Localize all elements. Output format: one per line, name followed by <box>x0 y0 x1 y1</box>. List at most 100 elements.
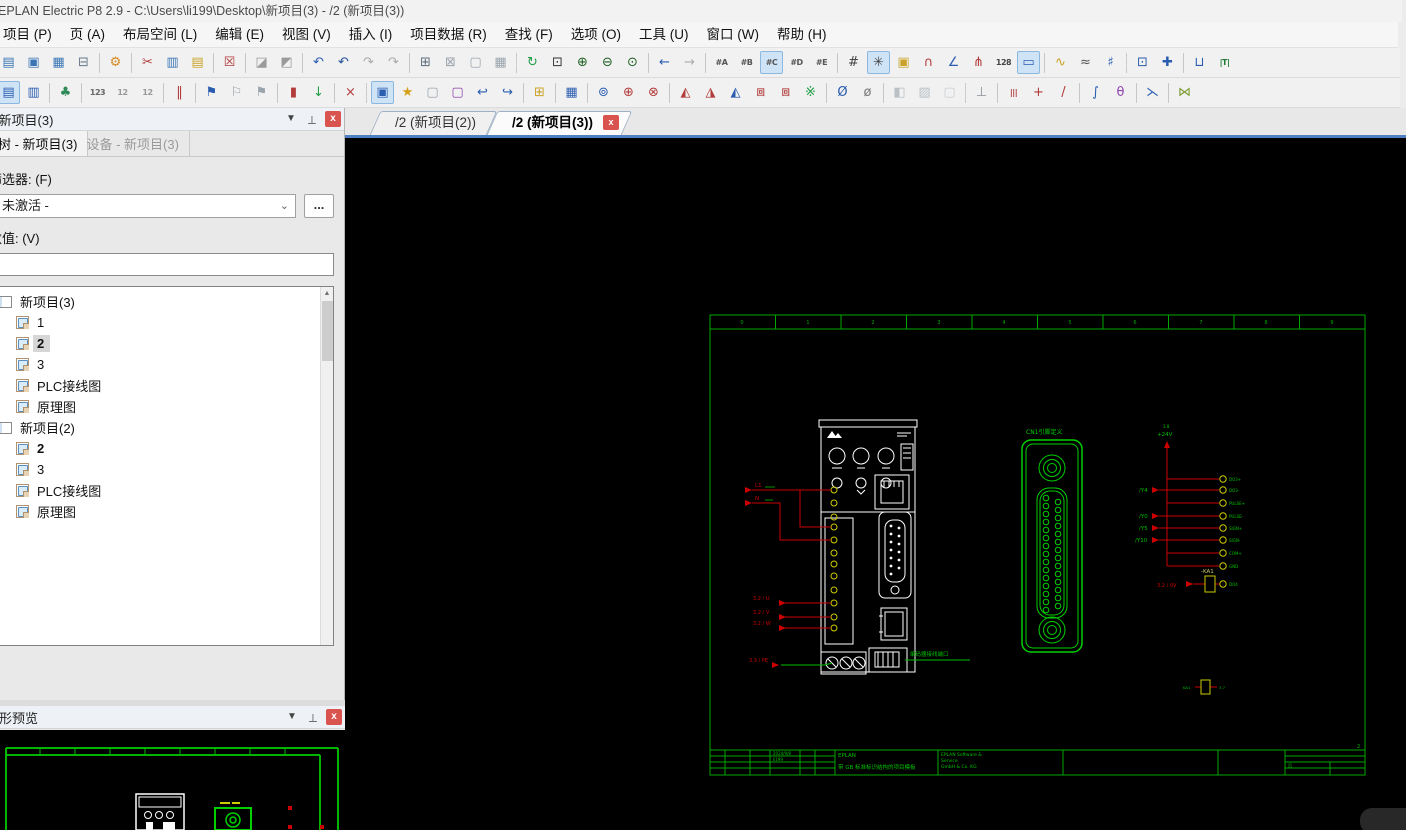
toolbar-icon[interactable] <box>997 83 998 103</box>
cross-icon[interactable]: + <box>1027 81 1050 104</box>
symmetry-icon[interactable]: ⋈ <box>1173 81 1196 104</box>
grid-display-icon[interactable]: # <box>842 51 865 74</box>
close-icon[interactable]: x <box>326 709 342 725</box>
toolbar-icon[interactable] <box>1183 53 1184 73</box>
number-devices-icon[interactable]: 12 <box>111 81 134 104</box>
placeholder-table-icon[interactable]: ▦ <box>489 51 512 74</box>
design-mode-icon[interactable]: ▣ <box>892 51 915 74</box>
toolbar-icon[interactable] <box>213 53 214 73</box>
signal-tracking-icon[interactable]: ≈ <box>1074 51 1097 74</box>
panel-menu-icon[interactable]: ▼ <box>284 709 300 725</box>
net-grid-icon[interactable]: ♯ <box>1099 51 1122 74</box>
page-import-icon[interactable]: ↩ <box>471 81 494 104</box>
check-page-icon[interactable]: ⚐ <box>225 81 248 104</box>
copy-icon[interactable]: ▥ <box>161 51 184 74</box>
tree-page[interactable]: 3 <box>0 459 333 480</box>
page-copy-icon[interactable]: ▣ <box>371 81 394 104</box>
terminal-edit-icon[interactable]: ◮ <box>699 81 722 104</box>
toolbar-icon[interactable] <box>965 83 966 103</box>
menu-layout-space[interactable]: 布局空间 (L) <box>114 24 206 46</box>
number-pages-icon[interactable]: 123 <box>86 81 109 104</box>
edit-frame-icon[interactable]: ⊞ <box>528 81 551 104</box>
grid-b-icon[interactable]: #B <box>735 51 758 74</box>
new-page-icon[interactable]: ▤ <box>0 51 20 74</box>
editor-tab-project3[interactable]: /2 (新项目(3)) x <box>492 111 627 135</box>
toolbar-icon[interactable] <box>555 83 556 103</box>
toolbar-icon[interactable] <box>516 53 517 73</box>
signal-wave-icon[interactable]: ∿ <box>1049 51 1072 74</box>
format-paint-plus-icon[interactable]: ◩ <box>275 51 298 74</box>
tree-page[interactable]: 2 <box>0 438 333 459</box>
filter-more-button[interactable]: ... <box>304 194 334 218</box>
menu-tools[interactable]: 工具 (U) <box>630 24 698 46</box>
toolbar-icon[interactable] <box>837 53 838 73</box>
tree-project-3[interactable]: 新项目(3) <box>0 291 333 312</box>
forward-icon[interactable]: → <box>678 51 701 74</box>
redo-history-icon[interactable]: ↷ <box>382 51 405 74</box>
number-terminals-icon[interactable]: 12 <box>136 81 159 104</box>
branch-icon[interactable]: ⋔ <box>967 51 990 74</box>
tree-page[interactable]: 原理图 <box>0 501 333 522</box>
page-properties-icon[interactable]: ▢ <box>446 81 469 104</box>
toolbar-icon[interactable] <box>648 53 649 73</box>
edit-table-icon[interactable]: ▦ <box>560 81 583 104</box>
tree-project-2[interactable]: 新项目(2) <box>0 417 333 438</box>
panel-menu-icon[interactable]: ▼ <box>283 111 299 127</box>
undo-history-icon[interactable]: ↶ <box>332 51 355 74</box>
toolbar-icon[interactable] <box>826 83 827 103</box>
device-connection2-icon[interactable]: 回 <box>774 81 797 104</box>
preview-canvas[interactable] <box>0 730 345 830</box>
toolbar-icon[interactable] <box>334 83 335 103</box>
tab-devices[interactable]: 设备 - 新项目(3) <box>76 131 189 156</box>
toolbar-icon[interactable] <box>705 53 706 73</box>
pin-icon[interactable]: ⊤ <box>305 709 321 725</box>
toolbar-icon[interactable] <box>1126 53 1127 73</box>
toolbar-icon[interactable] <box>1136 83 1137 103</box>
value-input[interactable] <box>0 253 334 276</box>
menu-project[interactable]: 项目 (P) <box>0 24 61 46</box>
tree-scrollbar[interactable]: ▲ <box>320 287 333 645</box>
cancel-action-icon[interactable]: × <box>339 81 362 104</box>
layout-space-navigator-icon[interactable]: ▥ <box>22 81 45 104</box>
grid-e-icon[interactable]: #E <box>810 51 833 74</box>
check-project-icon[interactable]: ⚑ <box>200 81 223 104</box>
selection-box-icon[interactable]: ⊡ <box>1131 51 1154 74</box>
page-open-icon[interactable]: ▢ <box>421 81 444 104</box>
grid-a-icon[interactable]: #A <box>710 51 733 74</box>
toolbar-icon[interactable] <box>1168 83 1169 103</box>
menu-view[interactable]: 视图 (V) <box>273 24 340 46</box>
refresh-icon[interactable]: ↻ <box>521 51 544 74</box>
terminal-strip-icon[interactable]: ◭ <box>674 81 697 104</box>
connection-delete-icon[interactable]: ⊗ <box>642 81 665 104</box>
close-tab-icon[interactable]: x <box>603 115 619 130</box>
toolbar-icon[interactable] <box>587 83 588 103</box>
page-navigator-icon[interactable]: ▤ <box>0 81 20 104</box>
toolbar-icon[interactable] <box>366 83 367 103</box>
format-paint-icon[interactable]: ◪ <box>250 51 273 74</box>
stamp-icon[interactable]: ⊥ <box>970 81 993 104</box>
outline-icon[interactable]: ▢ <box>938 81 961 104</box>
page-macro-check-icon[interactable]: ▢ <box>464 51 487 74</box>
editor-tab-project2[interactable]: /2 (新项目(2)) x <box>375 111 492 135</box>
slash-icon[interactable]: / <box>1052 81 1075 104</box>
page-export-icon[interactable]: ↪ <box>496 81 519 104</box>
cable-definition-icon[interactable]: Ø <box>831 81 854 104</box>
zoom-in-icon[interactable]: ⊕ <box>571 51 594 74</box>
k-curve-icon[interactable]: ⋋ <box>1141 81 1164 104</box>
cable-select-icon[interactable]: ø <box>856 81 879 104</box>
grid-c-icon[interactable]: #C <box>760 51 783 74</box>
increment-icon[interactable]: 128 <box>992 51 1015 74</box>
menu-project-data[interactable]: 项目数据 (R) <box>401 24 496 46</box>
menu-help[interactable]: 帮助 (H) <box>768 24 836 46</box>
schematic-canvas[interactable]: 012 345 678 9 2024/9/8 li199 EPLAN 带 GB <box>345 138 1406 830</box>
text-mode-icon[interactable]: |T| <box>1213 51 1236 74</box>
toolbar-icon[interactable] <box>81 83 82 103</box>
tree-page[interactable]: 原理图 <box>0 396 333 417</box>
menu-edit[interactable]: 编辑 (E) <box>206 24 273 46</box>
back-icon[interactable]: ← <box>653 51 676 74</box>
connection-symbols-icon[interactable]: ⊚ <box>592 81 615 104</box>
plugin-icon[interactable]: ♣ <box>54 81 77 104</box>
toolbar-icon[interactable] <box>302 53 303 73</box>
toolbar-icon[interactable] <box>883 83 884 103</box>
page-macro-icon[interactable]: ▦ <box>47 51 70 74</box>
